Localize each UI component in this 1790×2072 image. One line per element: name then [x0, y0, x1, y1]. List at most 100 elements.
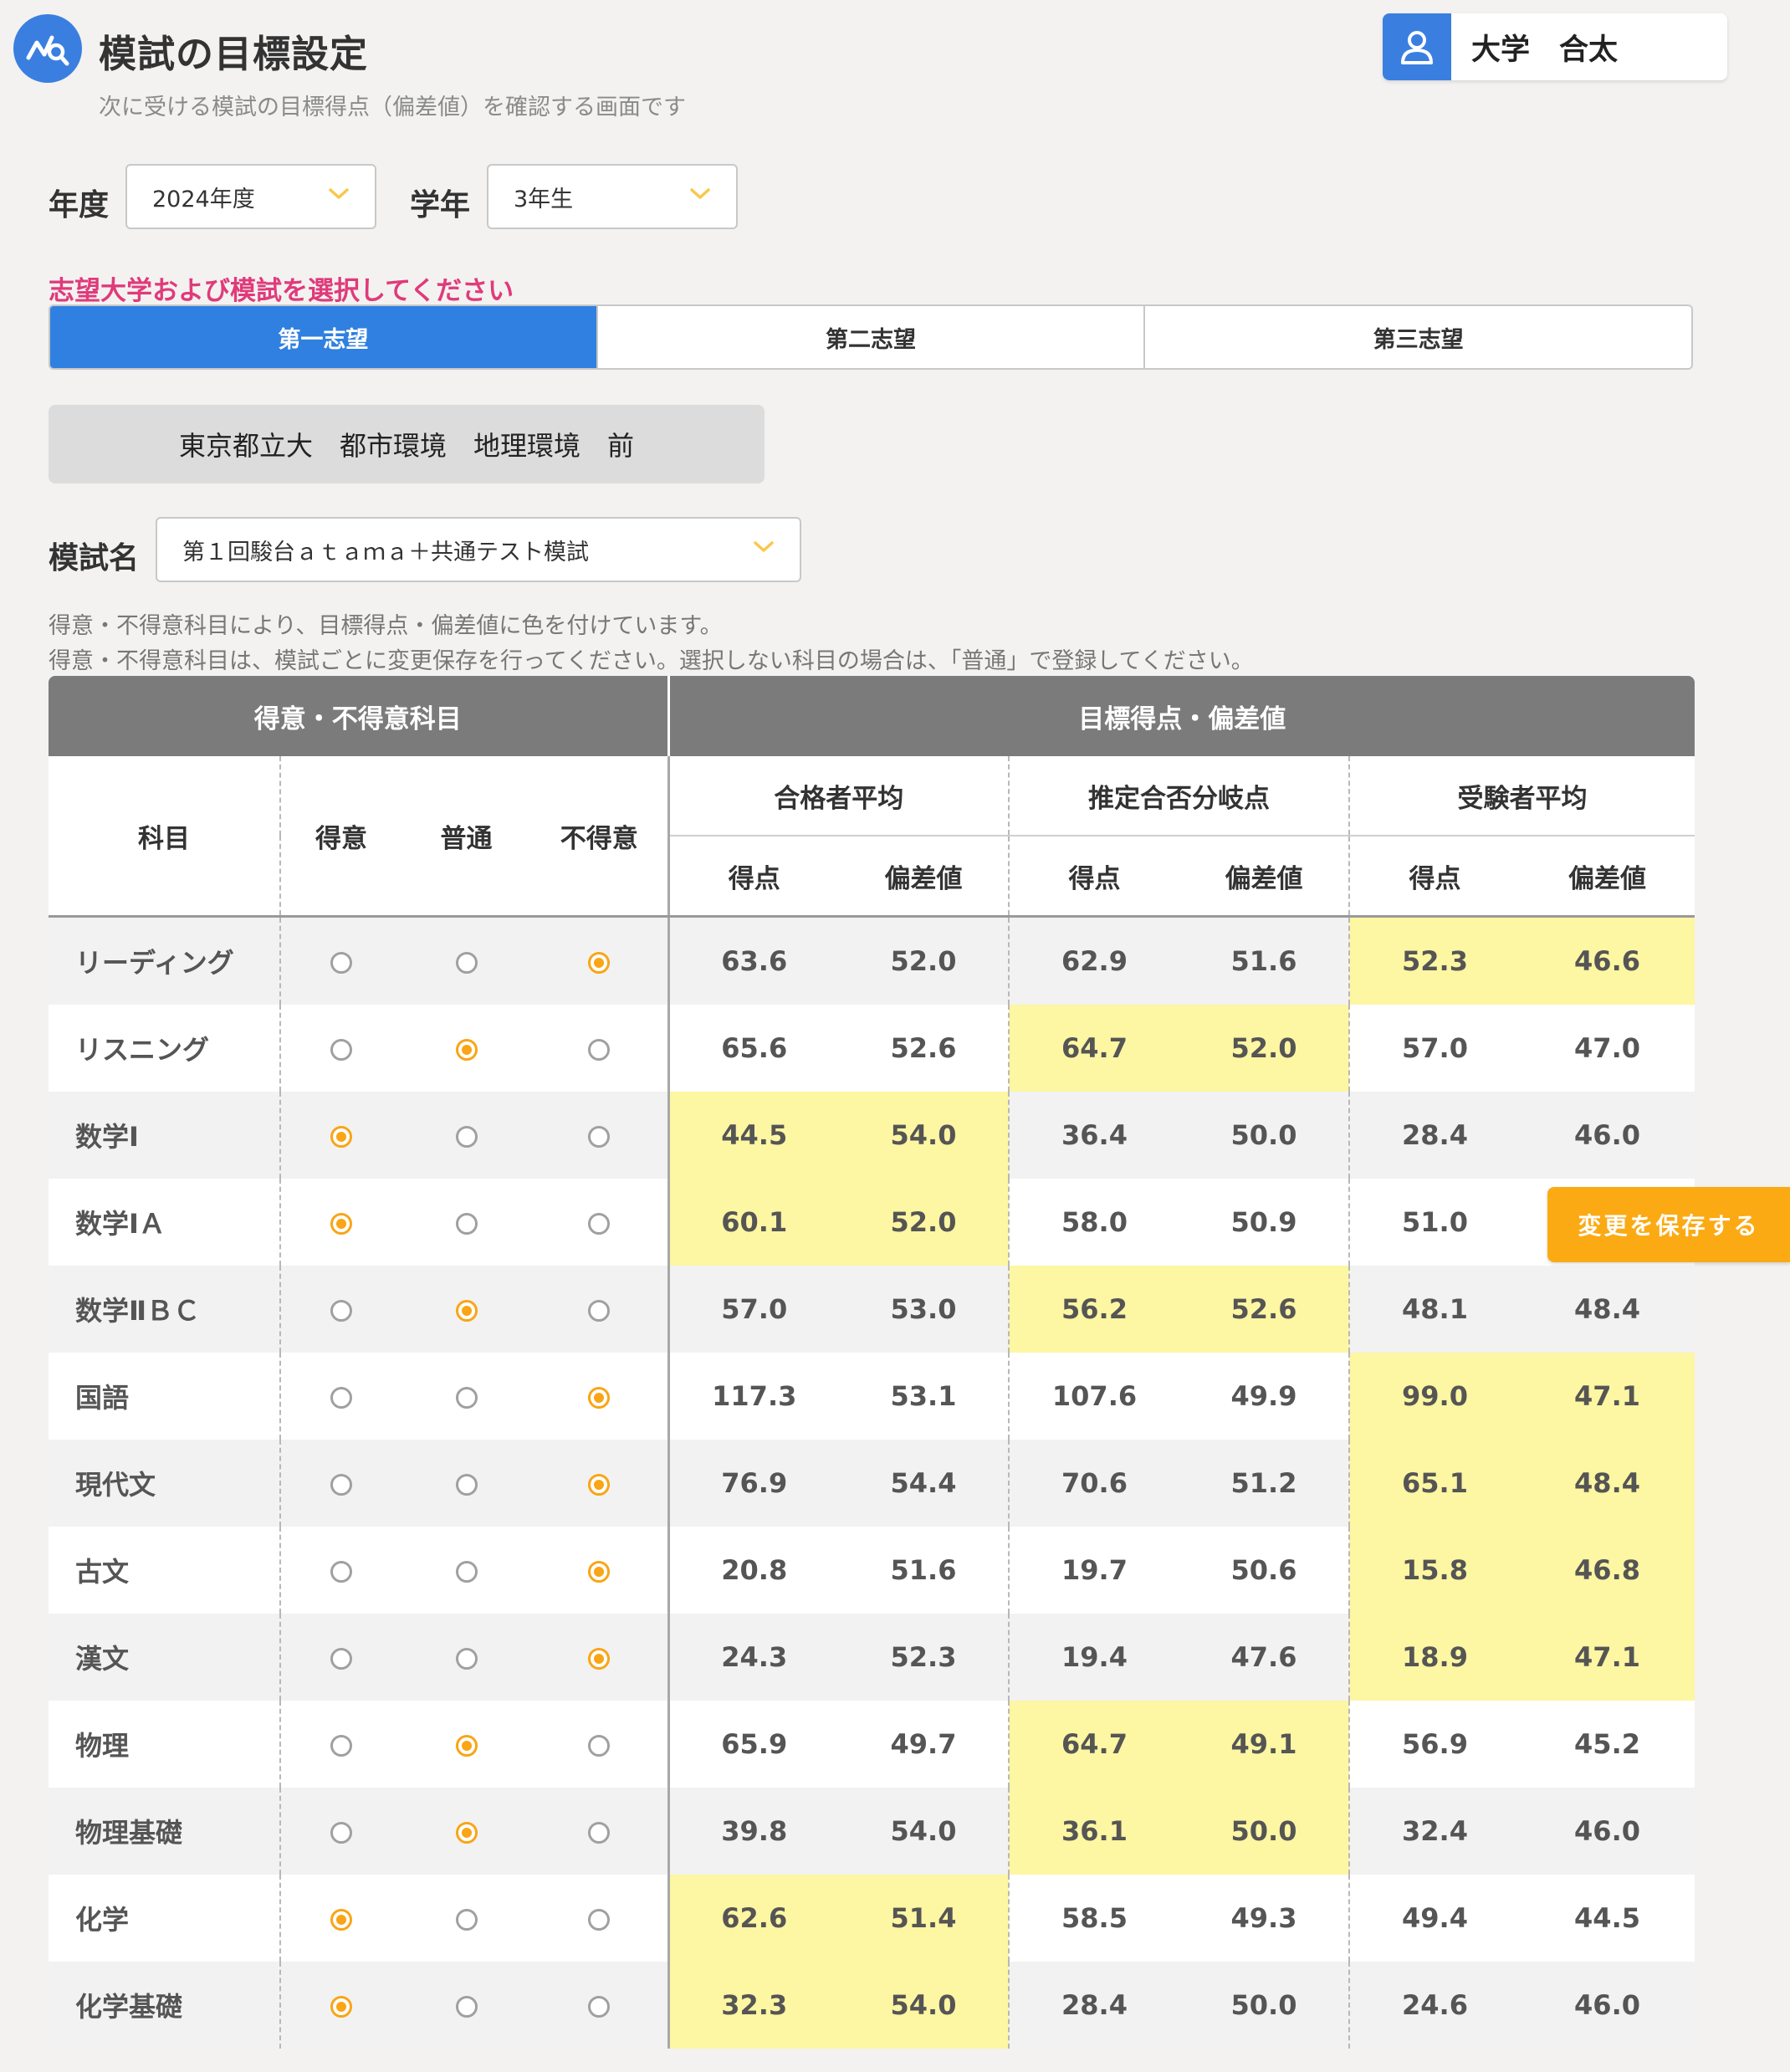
tab-second-choice[interactable]: 第二志望 [596, 306, 1144, 368]
normal-radio[interactable] [455, 1561, 478, 1583]
passer-avg-deviation: 49.7 [839, 1701, 1010, 1788]
normal-radio[interactable] [455, 1996, 478, 2018]
border-score: 28.4 [1009, 1962, 1179, 2049]
weak-radio[interactable] [588, 1474, 611, 1496]
pref-cell [531, 1788, 670, 1875]
pref-cell [280, 1092, 401, 1179]
user-icon [1383, 13, 1451, 80]
border-score: 36.1 [1009, 1788, 1179, 1875]
border-score: 107.6 [1009, 1353, 1179, 1440]
strong-radio[interactable] [330, 1300, 352, 1322]
target-score-table: 得意・不得意科目 目標得点・偏差値 科目 得意 普通 不得意 合格者平均 推定合… [49, 676, 1695, 2049]
examinee-avg-score: 32.4 [1349, 1788, 1520, 1875]
examinee-avg-deviation: 46.0 [1520, 1962, 1695, 2049]
normal-radio[interactable] [455, 1213, 478, 1235]
chart-search-icon [26, 35, 69, 66]
strong-radio[interactable] [330, 1387, 352, 1409]
passer-avg-score: 57.0 [668, 1266, 839, 1353]
strong-radio[interactable] [330, 952, 352, 974]
border-score: 70.6 [1009, 1440, 1179, 1527]
selected-university: 東京都立大 都市環境 地理環境 前 [49, 405, 765, 483]
subject-name: リスニング [49, 1005, 281, 1092]
subject-name: 数学ⅠＡ [49, 1179, 281, 1266]
weak-radio[interactable] [588, 1213, 611, 1235]
table-row: 物理 65.9 49.7 64.7 49.1 56.9 45.2 [49, 1701, 1695, 1788]
save-changes-button[interactable]: 変更を保存する [1547, 1187, 1790, 1262]
strong-radio[interactable] [330, 1039, 352, 1061]
year-select[interactable]: 2024年度 [125, 164, 376, 229]
subject-name: 国語 [49, 1353, 281, 1440]
user-badge[interactable]: 大学 合太 [1383, 13, 1727, 80]
weak-radio[interactable] [588, 1039, 611, 1061]
border-score: 58.5 [1009, 1875, 1179, 1962]
passer-avg-deviation: 52.0 [839, 1179, 1010, 1266]
weak-radio[interactable] [588, 1735, 611, 1757]
subject-name: リーディング [49, 916, 281, 1005]
normal-radio[interactable] [455, 1387, 478, 1409]
normal-radio[interactable] [455, 1822, 478, 1844]
weak-radio[interactable] [588, 1996, 611, 2018]
tab-third-choice[interactable]: 第三志望 [1143, 306, 1691, 368]
normal-radio[interactable] [455, 1735, 478, 1757]
pref-cell [280, 1005, 401, 1092]
subject-name: 化学基礎 [49, 1962, 281, 2049]
examinee-avg-score: 24.6 [1349, 1962, 1520, 2049]
pref-cell [531, 1875, 670, 1962]
weak-radio[interactable] [588, 1126, 611, 1148]
strong-radio[interactable] [330, 1909, 352, 1931]
strong-radio[interactable] [330, 1996, 352, 2018]
weak-radio[interactable] [588, 1648, 611, 1670]
weak-radio[interactable] [588, 1822, 611, 1844]
passer-avg-deviation: 51.4 [839, 1875, 1010, 1962]
strong-radio[interactable] [330, 1213, 352, 1235]
weak-radio[interactable] [588, 1300, 611, 1322]
strong-radio[interactable] [330, 1822, 352, 1844]
normal-radio[interactable] [455, 1909, 478, 1931]
grade-select[interactable]: 3年生 [487, 164, 738, 229]
table-row: 漢文 24.3 52.3 19.4 47.6 18.9 47.1 [49, 1614, 1695, 1701]
examinee-avg-deviation: 47.1 [1520, 1614, 1695, 1701]
year-select-value: 2024年度 [152, 186, 255, 212]
border-deviation: 50.0 [1179, 1962, 1350, 2049]
subject-name: 数学ⅡＢＣ [49, 1266, 281, 1353]
normal-radio[interactable] [455, 1126, 478, 1148]
table-body: リーディング 63.6 52.0 62.9 51.6 52.3 46.6 リスニング 65.6 5… [49, 916, 1695, 2049]
exam-select[interactable]: 第１回駿台ａｔａｍａ＋共通テスト模試 [156, 517, 801, 582]
weak-radio[interactable] [588, 1561, 611, 1583]
target-group-header: 目標得点・偏差値 [668, 676, 1695, 756]
weak-radio[interactable] [588, 1387, 611, 1409]
pref-cell [401, 1788, 531, 1875]
strong-radio[interactable] [330, 1126, 352, 1148]
border-deviation: 47.6 [1179, 1614, 1350, 1701]
pref-cell [531, 1527, 670, 1614]
pref-cell [280, 1875, 401, 1962]
examinee-avg-deviation: 47.1 [1520, 1353, 1695, 1440]
strong-radio[interactable] [330, 1735, 352, 1757]
strong-radio[interactable] [330, 1648, 352, 1670]
normal-radio[interactable] [455, 1300, 478, 1322]
passer-avg-deviation: 54.0 [839, 1092, 1010, 1179]
strong-radio[interactable] [330, 1474, 352, 1496]
normal-radio[interactable] [455, 1039, 478, 1061]
department-name: 地理環境 [473, 430, 581, 462]
exam-select-value: 第１回駿台ａｔａｍａ＋共通テスト模試 [182, 539, 589, 565]
weak-radio[interactable] [588, 952, 611, 974]
pref-cell [280, 1614, 401, 1701]
normal-radio[interactable] [455, 1648, 478, 1670]
pref-cell [280, 1266, 401, 1353]
weak-radio[interactable] [588, 1909, 611, 1931]
normal-radio[interactable] [455, 1474, 478, 1496]
strong-radio[interactable] [330, 1561, 352, 1583]
instruction-text: 志望大学および模試を選択してください [49, 276, 514, 306]
subject-name: 漢文 [49, 1614, 281, 1701]
border-score: 64.7 [1009, 1005, 1179, 1092]
border-deviation: 50.0 [1179, 1788, 1350, 1875]
pref-cell [401, 1614, 531, 1701]
passer-avg-score: 65.9 [668, 1701, 839, 1788]
normal-radio[interactable] [455, 952, 478, 974]
examinee-avg-header: 受験者平均 [1349, 756, 1695, 836]
passer-avg-score: 117.3 [668, 1353, 839, 1440]
tab-first-choice[interactable]: 第一志望 [50, 306, 596, 368]
border-deviation: 50.6 [1179, 1527, 1350, 1614]
table-row: リスニング 65.6 52.6 64.7 52.0 57.0 47.0 [49, 1005, 1695, 1092]
